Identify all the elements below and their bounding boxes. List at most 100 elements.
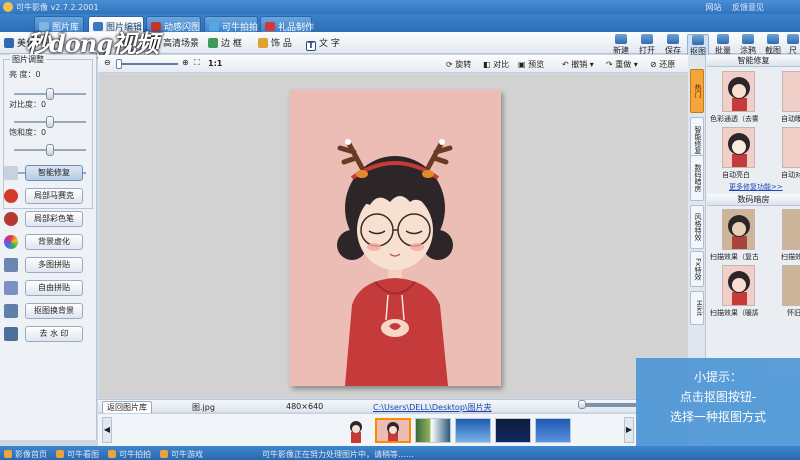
toolbar-text[interactable]: T文 字 — [306, 36, 340, 51]
file-path-link[interactable]: C:\Users\DELL\Desktop\图片夹 — [373, 402, 492, 413]
thumbnail-size-slider[interactable] — [578, 400, 636, 409]
tab-gifts[interactable]: 礼品制作 — [260, 16, 314, 33]
effect-thumb-auto-contrast[interactable] — [782, 127, 800, 168]
preview-button[interactable]: ▣ 预览 — [518, 59, 544, 70]
rotate-button[interactable]: ⟳ 旋转 — [446, 59, 471, 70]
save-button[interactable]: 保存 — [662, 34, 684, 56]
app-name: 可牛影像 v2.7.2.2001 — [16, 3, 99, 12]
contrast-label: 对比度：0 — [9, 100, 47, 109]
bottom-games-link[interactable]: 可牛游戏 — [160, 449, 203, 460]
effect-thumb-scan-retro[interactable] — [722, 209, 755, 250]
free-collage-icon — [4, 281, 18, 295]
undo-button[interactable]: ↶ 撤销 ▾ — [562, 59, 594, 70]
smart-repair-button[interactable]: 智能修复 — [4, 165, 83, 181]
effect-label-auto-contrast: 自动对比 — [781, 171, 800, 179]
filmstrip-thumb-5[interactable] — [535, 418, 571, 443]
fit-screen-icon[interactable]: ⛶ — [194, 58, 200, 68]
free-collage-button[interactable]: 自由拼贴 — [4, 280, 83, 296]
contrast-slider[interactable] — [14, 116, 86, 128]
effect-thumb-scan-warm[interactable] — [722, 265, 755, 306]
brightness-knob[interactable] — [46, 88, 54, 100]
zoom-out-icon[interactable]: ⊖ — [104, 58, 111, 67]
effect-thumb-nostalgia[interactable] — [782, 265, 800, 306]
thumbnail-size-knob[interactable] — [578, 400, 586, 409]
filmstrip-current-thumb[interactable] — [346, 418, 366, 443]
saturation-slider[interactable] — [14, 144, 86, 156]
zoom-knob[interactable] — [116, 59, 122, 69]
effect-thumb-scan-color[interactable] — [782, 209, 800, 250]
bottom-viewer-link[interactable]: 可牛看图 — [56, 449, 99, 460]
toolbar-frame[interactable]: 边 框 — [208, 36, 242, 49]
rotate-icon: ⟳ — [446, 60, 453, 69]
cutout-background-button[interactable]: 抠图换背景 — [4, 303, 83, 319]
vtab-hot[interactable]: 热门 — [690, 69, 704, 113]
vtab-hikit[interactable]: Hikit — [690, 291, 704, 325]
left-panel: 图片调整 亮 度：0 对比度：0 饱和度：0 智能修复 局部马赛克 局部彩色笔 … — [0, 54, 97, 440]
website-link[interactable]: 网站 — [705, 3, 721, 12]
mosaic-button[interactable]: 局部马赛克 — [4, 188, 83, 204]
preview-icon: ▣ — [518, 60, 526, 69]
apple-icon — [4, 212, 18, 226]
editing-canvas[interactable] — [100, 74, 688, 398]
effect-label-auto-white: 自动亮白 — [722, 171, 750, 179]
screenshot-button[interactable]: 截图 — [762, 34, 784, 56]
filmstrip-thumb-3[interactable] — [455, 418, 491, 443]
effect-thumb-auto-white[interactable] — [722, 127, 755, 168]
open-icon — [641, 34, 653, 44]
effect-thumb-auto-exposure[interactable] — [782, 71, 800, 112]
actual-size-label[interactable]: 1:1 — [208, 59, 222, 68]
tip-overlay: 小提示： 点击抠图按钮- 选择一种抠图方式 — [636, 358, 800, 446]
effect-label-defog: 色彩通透（去雾） — [710, 115, 758, 123]
color-pen-button[interactable]: 局部彩色笔 — [4, 211, 83, 227]
filmstrip-thumb-2[interactable] — [415, 418, 451, 443]
batch-button[interactable]: 批量 — [712, 34, 734, 56]
new-button[interactable]: 新建 — [610, 34, 632, 56]
file-name: 图.jpg — [192, 403, 215, 412]
compare-button[interactable]: ◧ 对比 — [483, 59, 509, 70]
contrast-knob[interactable] — [46, 116, 54, 128]
restore-icon: ⊘ — [650, 60, 657, 69]
filmstrip-thumb-4[interactable] — [495, 418, 531, 443]
more-repair-link[interactable]: 更多修复功能>> — [729, 182, 783, 192]
brightness-label: 亮 度：0 — [9, 70, 41, 79]
effect-label-auto-exposure: 自动曝光 — [781, 115, 800, 123]
brightness-slider[interactable] — [14, 88, 86, 100]
multi-collage-button[interactable]: 多图拼贴 — [4, 257, 83, 273]
bottom-home-link[interactable]: 影像首页 — [4, 449, 47, 460]
decoration-icon — [258, 38, 268, 48]
open-button[interactable]: 打开 — [636, 34, 658, 56]
adjust-group: 图片调整 亮 度：0 对比度：0 饱和度：0 — [3, 54, 93, 209]
vtab-darkroom[interactable]: 数码暗房 — [690, 155, 704, 201]
redo-button[interactable]: ↷ 重做 ▾ — [606, 59, 638, 70]
filmstrip-thumb-1[interactable] — [375, 418, 411, 443]
effect-thumb-defog[interactable] — [722, 71, 755, 112]
vtab-fx[interactable]: Fx特效 — [690, 251, 704, 287]
effect-label-scan-retro: 扫描效果（复古） — [710, 253, 758, 261]
filmstrip-prev-button[interactable]: ◀ — [102, 417, 112, 443]
girl-illustration — [337, 139, 453, 386]
filmstrip-next-button[interactable]: ▶ — [624, 417, 634, 443]
zoom-in-icon[interactable]: ⊕ — [182, 58, 189, 67]
remove-watermark-button[interactable]: 去 水 印 — [4, 326, 83, 342]
toolbar-decoration[interactable]: 饰 品 — [258, 36, 292, 49]
doodle-button[interactable]: 涂鸦 — [737, 34, 759, 56]
camera-icon — [209, 22, 219, 31]
tab-camera[interactable]: 可牛拍拍 — [204, 16, 258, 33]
restore-button[interactable]: ⊘ 还原 — [650, 59, 675, 70]
saturation-knob[interactable] — [46, 144, 54, 156]
screenshot-icon — [767, 34, 779, 44]
redo-dropdown-icon[interactable]: ▾ — [634, 60, 638, 69]
auto-white-preview — [728, 133, 750, 167]
edited-photo — [290, 90, 501, 386]
image-status-bar: 返回图片库 图.jpg 480×640 C:\Users\DELL\Deskto… — [98, 399, 638, 414]
tip-line-2: 选择一种抠图方式 — [669, 410, 766, 424]
viewer-icon — [56, 450, 64, 458]
undo-dropdown-icon[interactable]: ▾ — [590, 60, 594, 69]
wand-icon — [4, 166, 18, 180]
vtab-style[interactable]: 风格特效 — [690, 205, 704, 249]
bottom-status-message: 可牛影像正在努力处理图片中，请稍等…… — [262, 450, 414, 459]
feedback-link[interactable]: 反馈意见 — [732, 3, 764, 12]
bottom-camera-link[interactable]: 可牛拍拍 — [108, 449, 151, 460]
background-blur-button[interactable]: 背景虚化 — [4, 234, 83, 250]
zoom-slider[interactable] — [116, 59, 178, 69]
